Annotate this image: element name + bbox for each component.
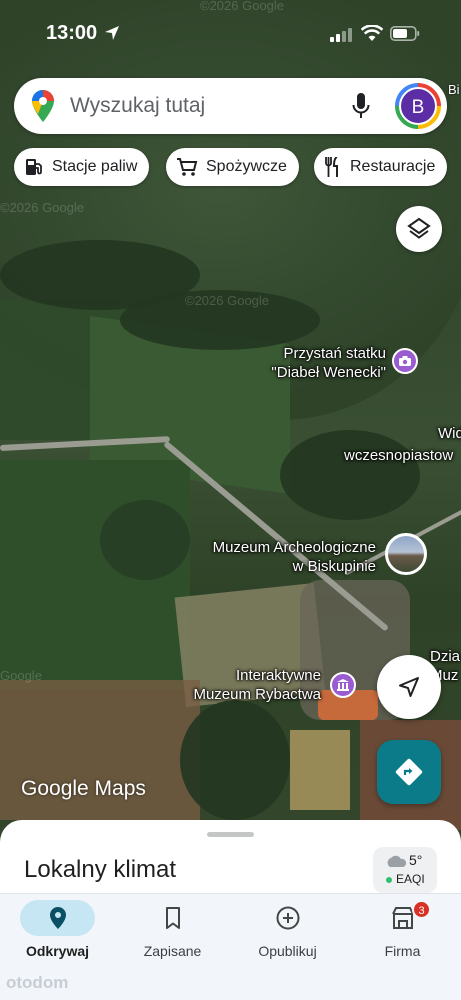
map-label-interaktywne-muzeum[interactable]: Interaktywne Muzeum Rybactwa xyxy=(193,666,321,704)
chip-label: Stacje paliw xyxy=(52,158,138,175)
label-line: Muzeum Archeologiczne xyxy=(212,539,376,556)
sheet-title: Lokalny klimat xyxy=(24,856,177,883)
map-label-wid[interactable]: Wid xyxy=(438,424,461,443)
weather-chip[interactable]: 5° EAQI xyxy=(373,847,437,893)
chip-groceries[interactable]: Spożywcze xyxy=(166,148,299,186)
tree-cluster xyxy=(180,700,290,820)
cart-icon xyxy=(177,158,198,176)
poi-photo-marker[interactable] xyxy=(385,533,427,575)
camera-icon xyxy=(399,356,411,366)
bottom-navigation: Odkrywaj Zapisane Opublikuj 3 Firma xyxy=(0,893,461,1000)
layers-icon xyxy=(407,217,431,239)
sheet-drag-handle[interactable] xyxy=(207,832,254,837)
tree-cluster xyxy=(100,500,190,580)
label-line: Interaktywne xyxy=(235,667,321,684)
chip-label: Restauracje xyxy=(350,158,436,175)
search-bar[interactable]: Wyszukaj tutaj B Bi xyxy=(14,78,460,134)
my-location-button[interactable] xyxy=(377,655,441,719)
tree-cluster xyxy=(280,430,420,520)
directions-icon xyxy=(395,758,423,786)
aqi-label: EAQI xyxy=(396,872,425,886)
nav-item-business[interactable]: 3 Firma xyxy=(345,894,460,984)
label-line: "Diabeł Wenecki" xyxy=(271,364,386,381)
chip-label: Spożywcze xyxy=(206,158,287,175)
label-line: Przystań statku xyxy=(283,345,386,362)
google-maps-logo-icon xyxy=(32,90,54,122)
navigation-arrow-icon xyxy=(399,677,419,697)
notification-badge: 3 xyxy=(412,900,431,919)
bottom-sheet[interactable]: Lokalny klimat 5° EAQI xyxy=(0,820,461,900)
map-label-przystan[interactable]: Przystań statku "Diabeł Wenecki" xyxy=(271,344,386,382)
chip-gas-stations[interactable]: Stacje paliw xyxy=(14,148,150,186)
status-time: 13:00 xyxy=(46,22,98,44)
fork-knife-icon xyxy=(325,157,338,177)
wifi-icon xyxy=(361,25,383,41)
google-maps-watermark: Google Maps xyxy=(21,777,146,800)
microphone-icon[interactable] xyxy=(352,93,370,119)
map-watermark: ©2026 Google xyxy=(0,200,85,215)
map-label-edge: Bi xyxy=(448,82,460,97)
gas-station-icon xyxy=(26,159,42,175)
nav-label: Firma xyxy=(384,943,421,959)
chip-restaurants[interactable]: Restauracje xyxy=(314,148,448,186)
search-input[interactable]: Wyszukaj tutaj xyxy=(70,94,205,118)
museum-icon xyxy=(337,679,349,691)
cellular-signal-icon xyxy=(330,28,352,42)
explore-pin-icon xyxy=(50,907,66,929)
poi-marker-przystan[interactable] xyxy=(392,348,418,374)
map-watermark: ©2026 Google xyxy=(185,293,270,308)
layers-button[interactable] xyxy=(396,206,442,252)
nav-label: Opublikuj xyxy=(258,943,317,959)
nav-label: Zapisane xyxy=(143,943,202,959)
directions-button[interactable] xyxy=(377,740,441,804)
bookmark-icon xyxy=(166,907,180,929)
label-line: Dzia xyxy=(430,648,461,665)
location-arrow-icon xyxy=(105,26,119,40)
nav-item-explore[interactable]: Odkrywaj xyxy=(0,894,115,984)
add-circle-icon xyxy=(276,906,300,930)
nav-item-saved[interactable]: Zapisane xyxy=(115,894,230,984)
map-watermark: Google xyxy=(0,668,42,683)
label-line: w Biskupinie xyxy=(292,558,376,575)
avatar[interactable]: B xyxy=(399,87,437,125)
battery-icon xyxy=(390,26,420,41)
cloud-icon xyxy=(387,855,407,867)
poi-marker-museum[interactable] xyxy=(330,672,356,698)
field xyxy=(290,730,350,810)
nav-label: Odkrywaj xyxy=(25,943,90,959)
aqi-status-dot xyxy=(386,877,392,883)
label-line: Muzeum Rybactwa xyxy=(193,686,321,703)
map-label-muzeum-archeologiczne[interactable]: Muzeum Archeologiczne w Biskupinie xyxy=(213,538,376,576)
nav-item-contribute[interactable]: Opublikuj xyxy=(230,894,345,984)
otodom-watermark: otodom xyxy=(6,973,69,992)
status-bar: 13:00 xyxy=(0,0,461,66)
map-label-wczesnopiastow[interactable]: wczesnopiastow xyxy=(344,446,453,465)
temperature-value: 5° xyxy=(409,852,423,868)
